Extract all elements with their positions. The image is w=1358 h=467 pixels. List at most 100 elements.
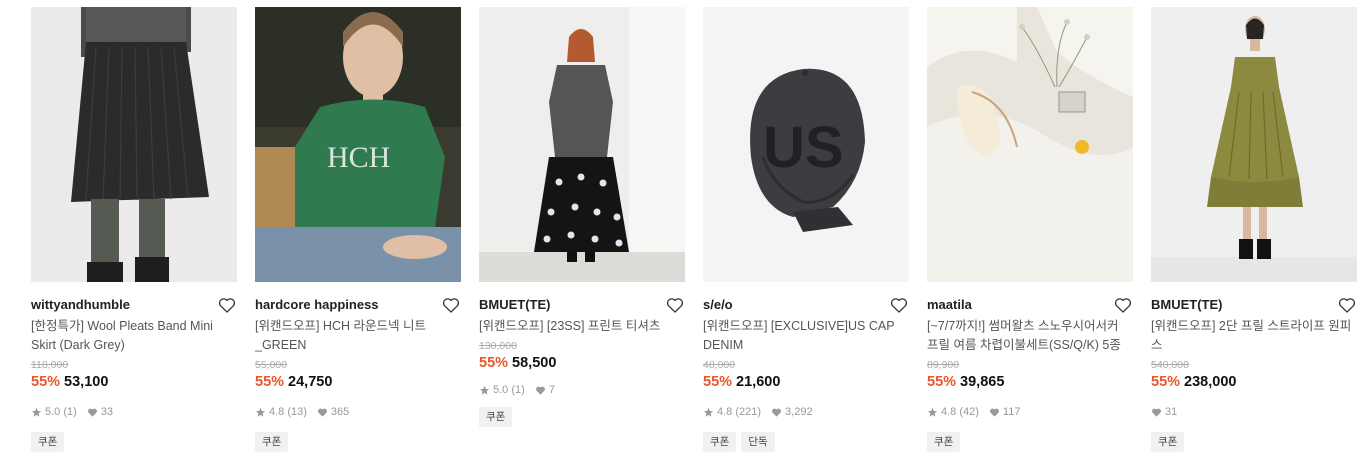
product-image[interactable] <box>927 7 1133 282</box>
svg-text:US: US <box>763 115 844 180</box>
brand-name[interactable]: BMUET(TE) <box>1151 297 1223 312</box>
rating-value: 5.0 <box>45 406 61 418</box>
product-card[interactable]: HCH hardcore happiness [위캔드오프] HCH 라운드넥 … <box>255 7 461 452</box>
rating-value: 4.8 <box>941 406 957 418</box>
star-icon <box>703 407 714 418</box>
product-card[interactable]: BMUET(TE) [위캔드오프] [23SS] 프린트 티셔츠 130,000… <box>479 7 685 427</box>
heart-filled-icon <box>771 407 782 418</box>
product-card[interactable]: maatila [~7/7까지!] 썸머왈츠 스노우시어서커 프릴 여름 차렵이… <box>927 7 1133 452</box>
product-image[interactable] <box>31 7 237 282</box>
coupon-badge: 쿠폰 <box>1151 432 1185 452</box>
product-title[interactable]: [위캔드오프] HCH 라운드넥 니트 _GREEN <box>255 317 461 355</box>
review-count: (1) <box>511 384 525 396</box>
review-count: (221) <box>735 406 762 418</box>
original-price: 130,000 <box>479 340 517 352</box>
product-title[interactable]: [위캔드오프] [EXCLUSIVE]US CAP DENIM <box>703 317 909 355</box>
heart-icon[interactable] <box>1113 295 1133 315</box>
like-count: 117 <box>1002 406 1021 418</box>
rating-row: 4.8 (42) 117 <box>927 405 1133 419</box>
sale-price: 39,865 <box>960 374 1005 390</box>
heart-filled-icon <box>1151 407 1162 418</box>
heart-filled-icon <box>317 407 328 418</box>
like-count: 31 <box>1165 406 1178 418</box>
like-count: 365 <box>330 406 350 418</box>
heart-filled-icon <box>87 407 98 418</box>
review-count: (13) <box>287 406 307 418</box>
svg-text:HCH: HCH <box>327 141 390 174</box>
review-count: (42) <box>959 406 979 418</box>
heart-filled-icon <box>989 407 1000 418</box>
product-image[interactable] <box>1151 7 1357 282</box>
heart-filled-icon <box>535 385 546 396</box>
product-image[interactable]: US <box>703 7 909 282</box>
original-price: 55,000 <box>255 359 288 371</box>
price-row: 55% 24,750 <box>255 372 461 392</box>
like-count: 7 <box>548 384 555 396</box>
product-title[interactable]: [위캔드오프] [23SS] 프린트 티셔츠 <box>479 317 685 336</box>
badge-list: 쿠폰 <box>1151 432 1357 452</box>
price-row: 55% 238,000 <box>1151 372 1357 392</box>
price-row: 55% 21,600 <box>703 372 909 392</box>
product-image[interactable] <box>479 7 685 282</box>
product-image[interactable]: HCH <box>255 7 461 282</box>
discount-rate: 55% <box>479 355 509 371</box>
star-icon <box>31 407 42 418</box>
brand-name[interactable]: BMUET(TE) <box>479 297 551 312</box>
rating-value: 4.8 <box>717 406 733 418</box>
rating-row: 31 <box>1151 405 1357 419</box>
sale-price: 21,600 <box>736 374 781 390</box>
star-icon <box>255 407 266 418</box>
brand-row: maatila <box>927 294 1133 316</box>
star-icon <box>479 385 490 396</box>
original-price: 118,000 <box>31 359 69 371</box>
coupon-badge: 쿠폰 <box>255 432 289 452</box>
product-card[interactable]: BMUET(TE) [위캔드오프] 2단 프릴 스트라이프 원피스 540,00… <box>1151 7 1357 452</box>
heart-icon[interactable] <box>217 295 237 315</box>
rating-value: 5.0 <box>493 384 509 396</box>
rating-value: 4.8 <box>269 406 285 418</box>
exclusive-badge: 단독 <box>741 432 775 452</box>
rating-row: 5.0 (1) 33 <box>31 405 237 419</box>
badge-list: 쿠폰 <box>927 432 1133 452</box>
product-card[interactable]: wittyandhumble [한정특가] Wool Pleats Band M… <box>31 7 237 452</box>
price-row: 55% 53,100 <box>31 372 237 392</box>
sale-price: 58,500 <box>512 355 557 371</box>
price-row: 55% 39,865 <box>927 372 1133 392</box>
discount-rate: 55% <box>1151 374 1181 390</box>
like-count: 33 <box>100 406 114 418</box>
star-icon <box>927 407 938 418</box>
heart-icon[interactable] <box>889 295 909 315</box>
discount-rate: 55% <box>927 374 957 390</box>
product-title[interactable]: [위캔드오프] 2단 프릴 스트라이프 원피스 <box>1151 317 1357 355</box>
brand-name[interactable]: s/e/o <box>703 297 733 312</box>
like-count: 3,292 <box>785 406 813 418</box>
product-card[interactable]: US s/e/o [위캔드오프] [EXCLUSIVE]US CAP DENIM… <box>703 7 909 452</box>
heart-icon[interactable] <box>441 295 461 315</box>
badge-list: 쿠폰 <box>255 432 461 452</box>
brand-row: s/e/o <box>703 294 909 316</box>
brand-row: BMUET(TE) <box>1151 294 1357 316</box>
product-grid: wittyandhumble [한정특가] Wool Pleats Band M… <box>0 0 1358 467</box>
rating-row: 5.0 (1) 7 <box>479 383 685 397</box>
badge-list: 쿠폰 단독 <box>703 432 909 452</box>
brand-name[interactable]: hardcore happiness <box>255 297 379 312</box>
badge-list: 쿠폰 <box>479 407 685 427</box>
discount-rate: 55% <box>703 374 733 390</box>
product-title[interactable]: [한정특가] Wool Pleats Band Mini Skirt (Dark… <box>31 317 237 355</box>
original-price: 48,000 <box>703 359 736 371</box>
review-count: (1) <box>63 406 77 418</box>
product-title[interactable]: [~7/7까지!] 썸머왈츠 스노우시어서커 프릴 여름 차렵이불세트(SS/Q… <box>927 317 1133 355</box>
heart-icon[interactable] <box>1337 295 1357 315</box>
coupon-badge: 쿠폰 <box>927 432 961 452</box>
original-price: 540,000 <box>1151 359 1189 371</box>
sale-price: 24,750 <box>288 374 333 390</box>
coupon-badge: 쿠폰 <box>703 432 737 452</box>
brand-row: wittyandhumble <box>31 294 237 316</box>
brand-name[interactable]: wittyandhumble <box>31 297 130 312</box>
heart-icon[interactable] <box>665 295 685 315</box>
brand-row: BMUET(TE) <box>479 294 685 316</box>
discount-rate: 55% <box>31 374 61 390</box>
coupon-badge: 쿠폰 <box>31 432 65 452</box>
brand-name[interactable]: maatila <box>927 297 972 312</box>
brand-row: hardcore happiness <box>255 294 461 316</box>
